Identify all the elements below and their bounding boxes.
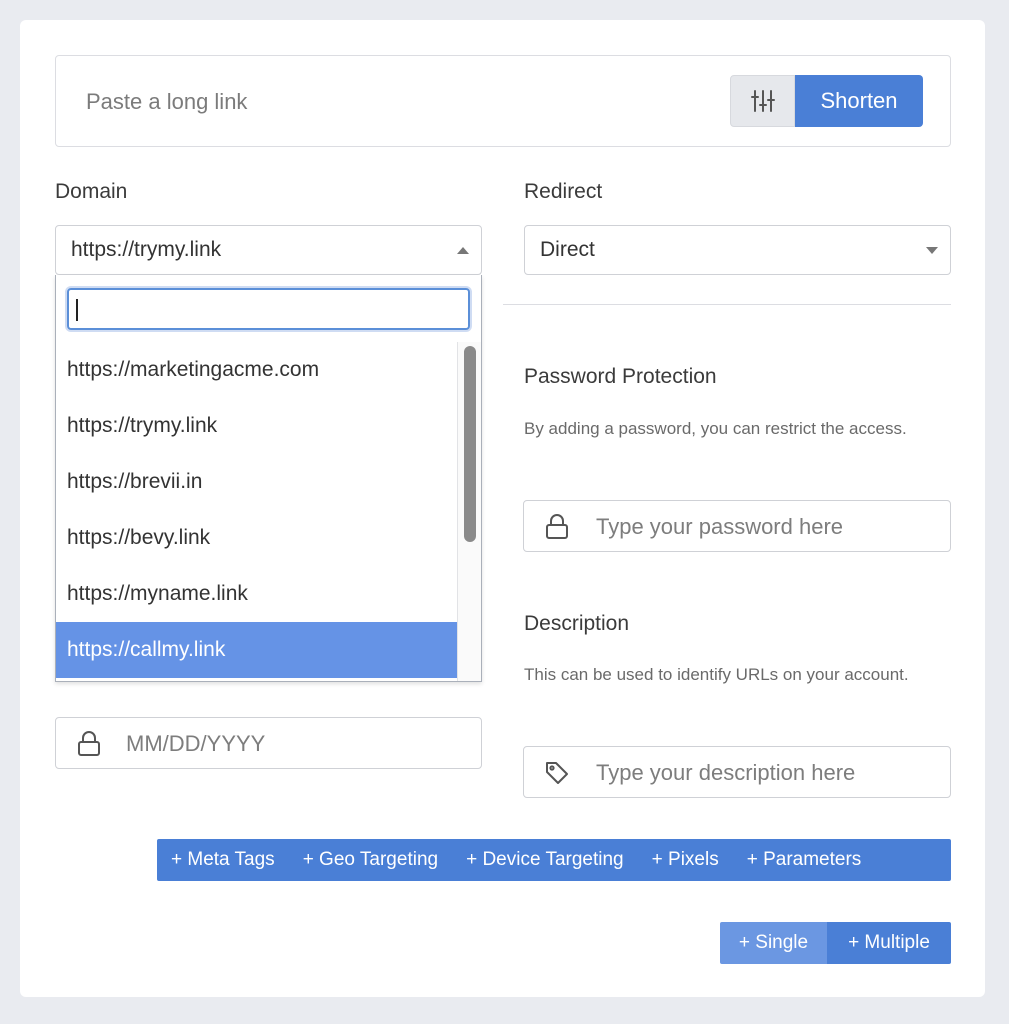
expiration-date-input[interactable] <box>124 726 468 762</box>
password-protection-description: By adding a password, you can restrict t… <box>524 419 907 438</box>
password-input[interactable] <box>594 509 938 545</box>
form-card: Shorten Domain https://trymy.link Redire… <box>20 20 985 997</box>
geo-targeting-button[interactable]: + Geo Targeting <box>289 849 452 871</box>
redirect-label: Redirect <box>524 180 603 203</box>
multiple-mode-button[interactable]: + Multiple <box>827 922 951 964</box>
description-help-text: This can be used to identify URLs on you… <box>524 665 909 684</box>
domain-search-field[interactable] <box>67 288 470 330</box>
domain-option[interactable]: https://callmy.link <box>56 622 457 678</box>
domain-options-list: https://marketingacme.com https://trymy.l… <box>56 342 457 681</box>
sliders-icon <box>750 90 775 112</box>
parameters-button[interactable]: + Parameters <box>733 849 876 871</box>
tag-icon <box>546 762 568 784</box>
description-input[interactable] <box>594 755 938 791</box>
section-divider <box>503 304 951 305</box>
text-cursor <box>76 299 78 321</box>
domain-option[interactable]: https://marketingacme.com <box>56 342 457 398</box>
pixels-button[interactable]: + Pixels <box>638 849 733 871</box>
domain-selected-value: https://trymy.link <box>71 238 222 261</box>
domain-select[interactable]: https://trymy.link <box>55 225 482 275</box>
shorten-button[interactable]: Shorten <box>795 75 923 127</box>
device-targeting-button[interactable]: + Device Targeting <box>452 849 638 871</box>
feature-toggle-bar: + Meta Tags + Geo Targeting + Device Tar… <box>157 839 951 881</box>
lock-icon <box>78 731 100 756</box>
domain-search-input[interactable] <box>75 294 464 326</box>
link-settings-button[interactable] <box>730 75 795 127</box>
password-field[interactable] <box>523 500 951 552</box>
domain-option[interactable]: https://bevy.link <box>56 510 457 566</box>
domain-dropdown: https://marketingacme.com https://trymy.l… <box>55 275 482 682</box>
redirect-selected-value: Direct <box>540 238 595 261</box>
description-title: Description <box>524 612 630 635</box>
description-field[interactable] <box>523 746 951 798</box>
long-link-input[interactable] <box>84 84 688 120</box>
dropdown-scrollbar[interactable] <box>457 342 481 681</box>
caret-down-icon <box>926 247 938 254</box>
password-protection-title: Password Protection <box>524 365 717 388</box>
meta-tags-button[interactable]: + Meta Tags <box>157 849 289 871</box>
redirect-select[interactable]: Direct <box>524 225 951 275</box>
scrollbar-thumb[interactable] <box>464 346 476 542</box>
domain-option[interactable]: https://brevii.in <box>56 454 457 510</box>
single-mode-button[interactable]: + Single <box>720 922 827 964</box>
expiration-date-field[interactable] <box>55 717 482 769</box>
lock-icon <box>546 514 568 539</box>
link-input-box: Shorten <box>55 55 951 147</box>
domain-option[interactable]: https://myname.link <box>56 566 457 622</box>
caret-up-icon <box>457 247 469 254</box>
domain-label: Domain <box>55 180 128 203</box>
domain-option[interactable]: https://trymy.link <box>56 398 457 454</box>
